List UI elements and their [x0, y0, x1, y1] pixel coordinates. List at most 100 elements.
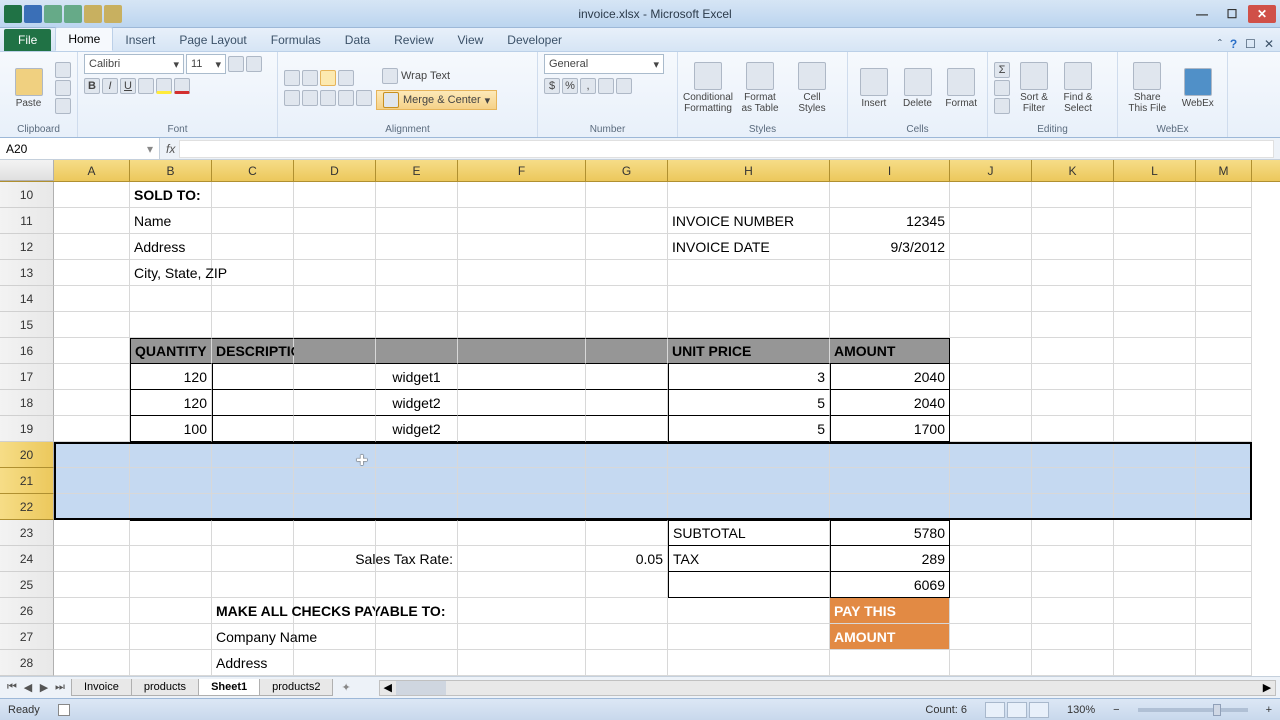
cell[interactable] — [212, 520, 294, 546]
cell[interactable] — [1196, 572, 1252, 598]
percent-icon[interactable]: % — [562, 78, 578, 94]
tab-page-layout[interactable]: Page Layout — [167, 29, 258, 51]
col-header[interactable]: H — [668, 160, 830, 181]
cell[interactable]: INVOICE DATE — [668, 234, 830, 260]
cell[interactable] — [1032, 208, 1114, 234]
cell[interactable] — [54, 572, 130, 598]
cell[interactable] — [1196, 468, 1252, 494]
select-all-corner[interactable] — [0, 160, 54, 181]
cell[interactable] — [1032, 468, 1114, 494]
cell[interactable] — [1114, 390, 1196, 416]
cell[interactable] — [1032, 546, 1114, 572]
cell[interactable] — [294, 416, 376, 442]
cell[interactable] — [1114, 520, 1196, 546]
bold-button[interactable]: B — [84, 78, 100, 94]
cell[interactable] — [1114, 208, 1196, 234]
zoom-out-icon[interactable]: − — [1113, 704, 1119, 716]
cell[interactable] — [130, 546, 212, 572]
cell[interactable] — [1114, 234, 1196, 260]
col-header[interactable]: F — [458, 160, 586, 181]
cell[interactable] — [130, 442, 212, 468]
cells-area[interactable]: SOLD TO:NameINVOICE NUMBER12345AddressIN… — [54, 182, 1252, 676]
row-header[interactable]: 23 — [0, 520, 54, 546]
webex-button[interactable]: WebEx — [1175, 68, 1222, 109]
cell[interactable] — [1114, 286, 1196, 312]
cell[interactable] — [586, 286, 668, 312]
sheet-tab[interactable]: Invoice — [71, 679, 132, 696]
redo-icon[interactable] — [64, 5, 82, 23]
cell[interactable] — [294, 468, 376, 494]
cell[interactable] — [212, 546, 294, 572]
cell[interactable] — [1196, 650, 1252, 676]
cell[interactable] — [586, 208, 668, 234]
cell[interactable] — [294, 208, 376, 234]
cell[interactable] — [1196, 546, 1252, 572]
cell[interactable] — [586, 312, 668, 338]
row-header[interactable]: 24 — [0, 546, 54, 572]
fx-icon[interactable]: fx — [166, 142, 175, 156]
cell[interactable] — [586, 338, 668, 364]
border-icon[interactable] — [138, 78, 154, 94]
cell[interactable] — [1196, 234, 1252, 260]
cell[interactable] — [376, 312, 458, 338]
cell[interactable] — [212, 208, 294, 234]
zoom-slider[interactable] — [1138, 708, 1248, 712]
cell[interactable] — [1196, 338, 1252, 364]
cell[interactable] — [54, 182, 130, 208]
clear-icon[interactable] — [994, 98, 1010, 114]
ribbon-minimize-icon[interactable]: ˆ — [1218, 37, 1222, 51]
cell[interactable] — [54, 546, 130, 572]
cell[interactable] — [1114, 442, 1196, 468]
cell[interactable] — [950, 416, 1032, 442]
tab-home[interactable]: Home — [55, 27, 113, 51]
cell[interactable] — [668, 312, 830, 338]
cell[interactable] — [830, 650, 950, 676]
cell[interactable] — [1032, 312, 1114, 338]
cell[interactable] — [294, 182, 376, 208]
cell[interactable]: City, State, ZIP — [130, 260, 212, 286]
format-as-table-button[interactable]: Format as Table — [736, 62, 784, 114]
dec-decimal-icon[interactable] — [616, 78, 632, 94]
cell[interactable] — [458, 546, 586, 572]
cell[interactable] — [1032, 416, 1114, 442]
currency-icon[interactable]: $ — [544, 78, 560, 94]
cell[interactable] — [1114, 338, 1196, 364]
cell[interactable] — [212, 260, 294, 286]
cell[interactable] — [830, 494, 950, 520]
cell[interactable] — [668, 182, 830, 208]
col-header[interactable]: B — [130, 160, 212, 181]
cell[interactable] — [1032, 286, 1114, 312]
cell[interactable] — [950, 312, 1032, 338]
delete-cells-button[interactable]: Delete — [898, 68, 938, 109]
row-header[interactable]: 12 — [0, 234, 54, 260]
wrap-text-button[interactable]: Wrap Text — [376, 66, 497, 86]
cell[interactable] — [54, 364, 130, 390]
cell[interactable] — [668, 286, 830, 312]
cell[interactable] — [54, 338, 130, 364]
view-break-icon[interactable] — [1029, 702, 1049, 718]
row-header[interactable]: 25 — [0, 572, 54, 598]
cell[interactable] — [586, 598, 668, 624]
cell[interactable] — [1032, 442, 1114, 468]
cell[interactable] — [1032, 624, 1114, 650]
maximize-button[interactable]: ☐ — [1218, 5, 1246, 23]
cell[interactable] — [668, 624, 830, 650]
qat-icon[interactable] — [84, 5, 102, 23]
save-icon[interactable] — [24, 5, 42, 23]
cell[interactable]: UNIT PRICE — [668, 338, 830, 364]
cell[interactable] — [1196, 286, 1252, 312]
cell[interactable] — [950, 286, 1032, 312]
indent-dec-icon[interactable] — [338, 90, 354, 106]
cell[interactable] — [54, 260, 130, 286]
cell[interactable] — [294, 338, 376, 364]
cell[interactable] — [54, 598, 130, 624]
cell[interactable] — [586, 624, 668, 650]
cell[interactable] — [950, 520, 1032, 546]
row-header[interactable]: 15 — [0, 312, 54, 338]
cell[interactable] — [668, 650, 830, 676]
cell[interactable] — [54, 208, 130, 234]
cell[interactable]: QUANTITY — [130, 338, 212, 364]
zoom-in-icon[interactable]: + — [1266, 704, 1272, 716]
cell[interactable]: AMOUNT — [830, 338, 950, 364]
cell[interactable]: SOLD TO: — [130, 182, 212, 208]
